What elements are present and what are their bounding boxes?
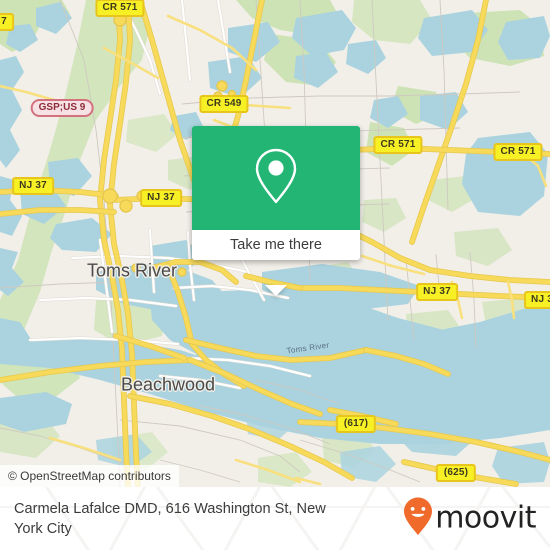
osm-attribution[interactable]: © OpenStreetMap contributors [0,465,179,487]
map-screenshot: .land{fill:#f2efe9} .water{fill:#aad3df}… [0,0,550,550]
moovit-logo[interactable]: moovit [403,496,536,541]
popup-pointer-tail [265,285,287,296]
place-popup-card[interactable]: Take me there [192,126,360,296]
footer-bar: Carmela Lafalce DMD, 616 Washington St, … [0,487,550,550]
take-me-there-button[interactable]: Take me there [192,230,360,260]
osm-attribution-text: © OpenStreetMap contributors [8,469,171,483]
popup-card-header [192,126,360,230]
address-label: Carmela Lafalce DMD, 616 Washington St, … [14,500,326,537]
moovit-pin-smiley-icon [403,496,433,541]
map-pin-icon [254,147,298,210]
map-viewport[interactable]: .land{fill:#f2efe9} .water{fill:#aad3df}… [0,0,550,487]
take-me-there-label: Take me there [230,237,322,253]
footer-content: Carmela Lafalce DMD, 616 Washington St, … [0,487,550,550]
popup-card-body[interactable]: Take me there [192,126,360,260]
moovit-wordmark: moovit [435,500,536,536]
